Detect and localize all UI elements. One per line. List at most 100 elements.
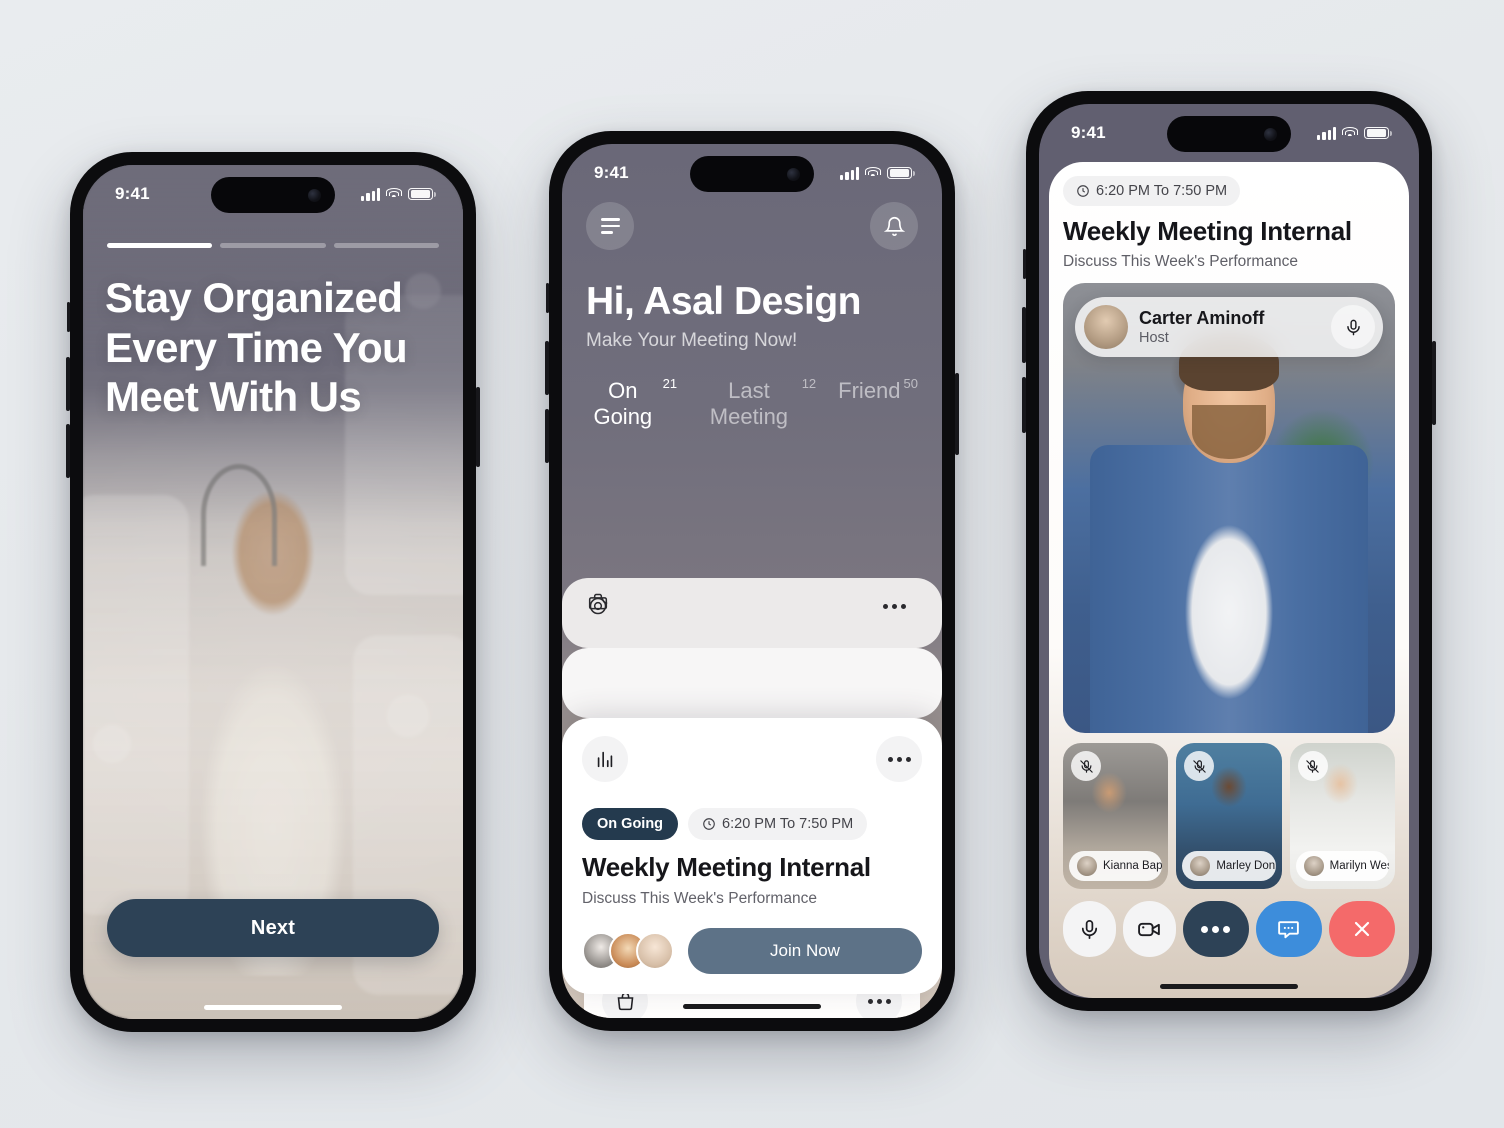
volume-up-button[interactable] bbox=[66, 357, 70, 411]
tab-on-going[interactable]: On Going 21 bbox=[586, 376, 678, 430]
video-camera-icon bbox=[1137, 922, 1160, 936]
tab-label: Last Meeting bbox=[709, 378, 789, 429]
next-button[interactable]: Next bbox=[107, 899, 439, 957]
close-x-icon bbox=[1354, 921, 1370, 937]
tab-label: Friend bbox=[838, 378, 901, 403]
dynamic-island bbox=[211, 177, 335, 213]
home-indicator[interactable] bbox=[683, 1004, 821, 1009]
wifi-icon bbox=[386, 188, 402, 200]
microphone-icon bbox=[1346, 319, 1360, 335]
meeting-description: Discuss This Week's Performance bbox=[1063, 253, 1298, 270]
ongoing-meeting-card[interactable]: On Going 6:20 PM To 7:50 PM Weekly Meeti… bbox=[562, 718, 942, 994]
microphone-icon bbox=[1081, 919, 1098, 939]
time-pill: 6:20 PM To 7:50 PM bbox=[688, 808, 868, 840]
host-beard bbox=[1192, 404, 1266, 459]
front-camera-icon bbox=[787, 167, 800, 181]
call-sheet: 6:20 PM To 7:50 PM Weekly Meeting Intern… bbox=[1049, 162, 1409, 998]
attendee-avatars[interactable] bbox=[582, 932, 674, 970]
battery-icon bbox=[408, 187, 436, 201]
meeting-title: Weekly Meeting Internal bbox=[582, 852, 871, 882]
clock-icon bbox=[1077, 185, 1089, 197]
status-badge: On Going bbox=[582, 808, 679, 840]
participant-tile[interactable]: Marilyn Wester… bbox=[1289, 743, 1395, 889]
participant-mic-button[interactable] bbox=[1071, 751, 1101, 781]
power-button[interactable] bbox=[1432, 341, 1436, 425]
power-button[interactable] bbox=[476, 387, 480, 467]
tab-count: 21 bbox=[662, 376, 678, 391]
hamburger-menu-icon bbox=[600, 218, 620, 234]
participant-mic-button[interactable] bbox=[1184, 751, 1215, 781]
progress-step-1[interactable] bbox=[107, 243, 213, 248]
participant-tile[interactable]: Kianna Baptista bbox=[1063, 743, 1169, 889]
hamburger-menu-button[interactable] bbox=[586, 202, 634, 250]
phone1-screen: 9:41 Stay Organized Every Time You Meet … bbox=[83, 165, 463, 1019]
front-camera-icon bbox=[308, 188, 321, 202]
tab-count: 50 bbox=[903, 376, 918, 391]
join-now-button[interactable]: Join Now bbox=[688, 928, 922, 974]
volume-down-button[interactable] bbox=[66, 424, 70, 478]
participant-name-chip: Marley Donin bbox=[1182, 851, 1276, 881]
progress-step-3[interactable] bbox=[333, 243, 439, 248]
bar-chart-button[interactable] bbox=[582, 736, 628, 782]
microphone-muted-icon bbox=[1193, 759, 1206, 773]
front-camera-icon bbox=[1264, 127, 1277, 141]
onboarding-progress[interactable] bbox=[107, 243, 439, 248]
volume-down-button[interactable] bbox=[1022, 377, 1026, 433]
clock-icon bbox=[703, 818, 715, 830]
more-options-button[interactable] bbox=[1182, 901, 1249, 957]
phone-in-call: 9:41 6:20 PM To 7:50 PM Weekly Meeting I… bbox=[1022, 91, 1436, 1011]
avatar bbox=[1303, 856, 1324, 876]
mic-toggle-button[interactable] bbox=[1063, 901, 1116, 957]
dynamic-island bbox=[1167, 116, 1291, 152]
more-horizontal-icon[interactable] bbox=[883, 604, 906, 609]
stacked-card-back[interactable] bbox=[562, 578, 942, 648]
participant-name: Kianna Baptista bbox=[1103, 860, 1163, 872]
stacked-card-middle[interactable] bbox=[562, 597, 942, 718]
tab-last-meeting[interactable]: Last Meeting 12 bbox=[699, 376, 817, 430]
tab-friend[interactable]: Friend 50 bbox=[838, 376, 918, 404]
participant-mic-button[interactable] bbox=[1297, 751, 1328, 781]
volume-up-button[interactable] bbox=[1022, 307, 1026, 363]
time-pill: 6:20 PM To 7:50 PM bbox=[1063, 176, 1241, 206]
call-controls bbox=[1063, 901, 1396, 957]
battery-icon bbox=[1364, 126, 1392, 140]
battery-icon bbox=[887, 166, 915, 180]
power-button[interactable] bbox=[955, 373, 959, 455]
silent-switch[interactable] bbox=[546, 283, 549, 313]
tab-count: 12 bbox=[801, 376, 817, 391]
bell-icon bbox=[883, 216, 905, 236]
host-mic-button[interactable] bbox=[1331, 305, 1375, 349]
bar-chart-icon bbox=[597, 751, 613, 768]
volume-up-button[interactable] bbox=[545, 341, 549, 395]
meeting-tabs: On Going 21 Last Meeting 12 Friend 50 bbox=[586, 376, 918, 430]
cellular-bars-icon bbox=[361, 188, 380, 201]
status-time: 9:41 bbox=[115, 184, 150, 203]
card-more-button[interactable] bbox=[876, 736, 922, 782]
cellular-bars-icon bbox=[840, 167, 859, 180]
home-indicator[interactable] bbox=[1160, 984, 1298, 989]
participant-tile[interactable]: Marley Donin bbox=[1176, 743, 1282, 889]
onboarding-headline: Stay Organized Every Time You Meet With … bbox=[105, 274, 408, 421]
progress-step-2[interactable] bbox=[220, 243, 326, 248]
silent-switch[interactable] bbox=[1023, 249, 1026, 279]
notifications-button[interactable] bbox=[870, 202, 918, 250]
chat-button[interactable] bbox=[1255, 901, 1322, 957]
avatar bbox=[1084, 305, 1128, 349]
dynamic-island bbox=[690, 156, 814, 192]
participant-name: Marley Donin bbox=[1216, 860, 1276, 872]
chat-bubble-icon bbox=[1278, 920, 1300, 938]
time-range-text: 6:20 PM To 7:50 PM bbox=[722, 816, 854, 832]
silent-switch[interactable] bbox=[67, 302, 70, 332]
more-horizontal-icon bbox=[867, 998, 891, 1004]
volume-down-button[interactable] bbox=[545, 409, 549, 463]
home-indicator[interactable] bbox=[204, 1005, 342, 1010]
host-video-feed[interactable]: Carter Aminoff Host bbox=[1063, 283, 1395, 733]
greeting-text: Hi, Asal Design bbox=[586, 280, 861, 323]
avatar bbox=[1077, 856, 1097, 876]
phone2-screen: 9:41 Hi, Asal Design Make Your Meeting N… bbox=[562, 144, 942, 1018]
wifi-icon bbox=[1342, 127, 1358, 139]
end-call-button[interactable] bbox=[1328, 901, 1396, 957]
phone-home: 9:41 Hi, Asal Design Make Your Meeting N… bbox=[545, 131, 959, 1031]
host-body bbox=[1089, 445, 1369, 733]
camera-toggle-button[interactable] bbox=[1122, 901, 1176, 957]
